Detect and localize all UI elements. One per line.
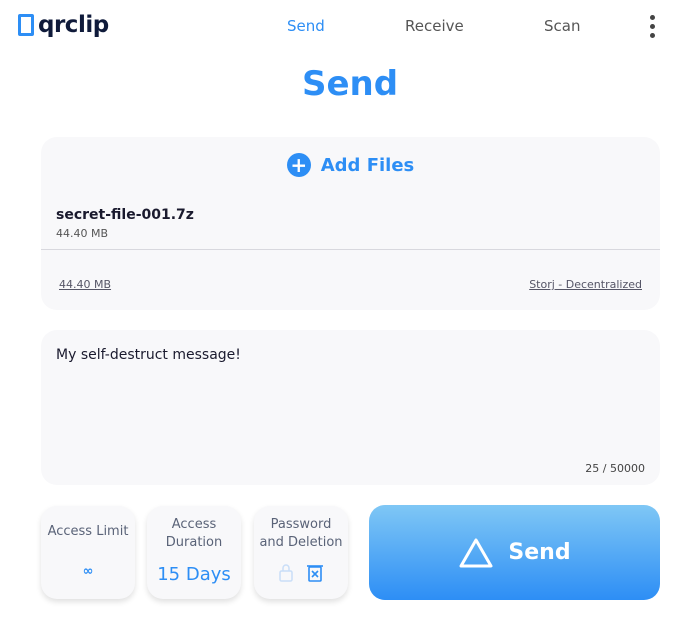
warning-triangle-icon (459, 538, 493, 567)
char-counter: 25 / 50000 (585, 462, 645, 475)
password-deletion-option[interactable]: Password and Deletion (254, 506, 348, 599)
file-name: secret-file-001.7z (56, 207, 194, 223)
access-duration-option[interactable]: Access Duration 15 Days (147, 506, 241, 599)
delete-icon (307, 565, 323, 582)
plus-icon: + (286, 153, 311, 177)
send-button[interactable]: Send (369, 505, 660, 600)
nav-scan[interactable]: Scan (544, 17, 580, 35)
divider (41, 249, 660, 250)
total-size-link[interactable]: 44.40 MB (59, 278, 111, 291)
lock-icon (279, 564, 293, 582)
infinity-value: ∞ (82, 564, 94, 579)
add-files-button[interactable]: + Add Files (41, 153, 660, 177)
logo-icon (18, 14, 34, 36)
message-input[interactable]: My self-destruct message! 25 / 50000 (41, 330, 660, 485)
files-panel: + Add Files secret-file-001.7z 44.40 MB 4… (41, 137, 660, 310)
page-title: Send (301, 64, 399, 104)
nav-send[interactable]: Send (287, 17, 325, 35)
message-text[interactable]: My self-destruct message! (56, 347, 241, 363)
kebab-menu-icon[interactable] (648, 15, 656, 38)
storage-link[interactable]: Storj - Decentralized (529, 278, 642, 291)
logo[interactable]: qrclip (18, 12, 109, 38)
access-limit-option[interactable]: Access Limit ∞ (41, 506, 135, 599)
nav-receive[interactable]: Receive (405, 17, 464, 35)
file-size: 44.40 MB (56, 227, 109, 240)
